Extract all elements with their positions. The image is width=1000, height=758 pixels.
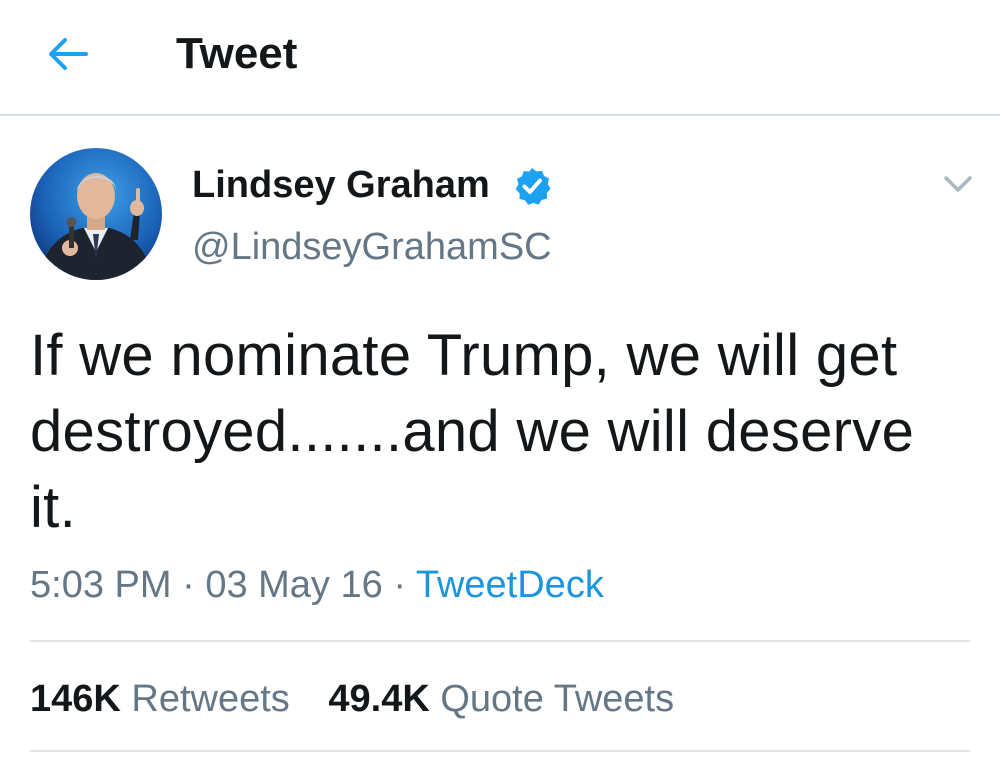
retweets-count: 146K	[30, 678, 121, 720]
divider	[30, 640, 970, 642]
profile-photo	[30, 148, 162, 280]
author-handle[interactable]: @LindseyGrahamSC	[192, 224, 552, 270]
tweet-time: 5:03 PM	[30, 564, 172, 606]
tweet-text: If we nominate Trump, we will get destro…	[30, 323, 915, 540]
tweet-source-link[interactable]: TweetDeck	[416, 564, 604, 606]
quote-tweets-label: Quote Tweets	[440, 678, 675, 720]
meta-separator: ·	[393, 564, 406, 606]
avatar[interactable]	[30, 148, 162, 280]
author-name[interactable]: Lindsey Graham	[192, 162, 490, 208]
back-button[interactable]	[40, 26, 96, 82]
verified-badge-icon	[515, 168, 551, 205]
tweet-date: 03 May 16	[205, 564, 383, 606]
meta-separator: ·	[182, 564, 195, 606]
arrow-left-icon	[49, 38, 88, 70]
quote-tweets-stat[interactable]: 49.4K Quote Tweets	[328, 678, 674, 720]
tweet-meta: 5:03 PM · 03 May 16 · TweetDeck	[30, 562, 604, 608]
divider	[30, 750, 970, 752]
tweet-stats: 146K Retweets 49.4K Quote Tweets	[30, 676, 702, 722]
page-title: Tweet	[176, 29, 298, 78]
quote-tweets-count: 49.4K	[328, 678, 430, 720]
top-bar: Tweet	[0, 0, 1000, 116]
chevron-down-icon[interactable]	[938, 168, 978, 200]
retweets-label: Retweets	[131, 678, 290, 720]
retweets-stat[interactable]: 146K Retweets	[30, 678, 300, 720]
